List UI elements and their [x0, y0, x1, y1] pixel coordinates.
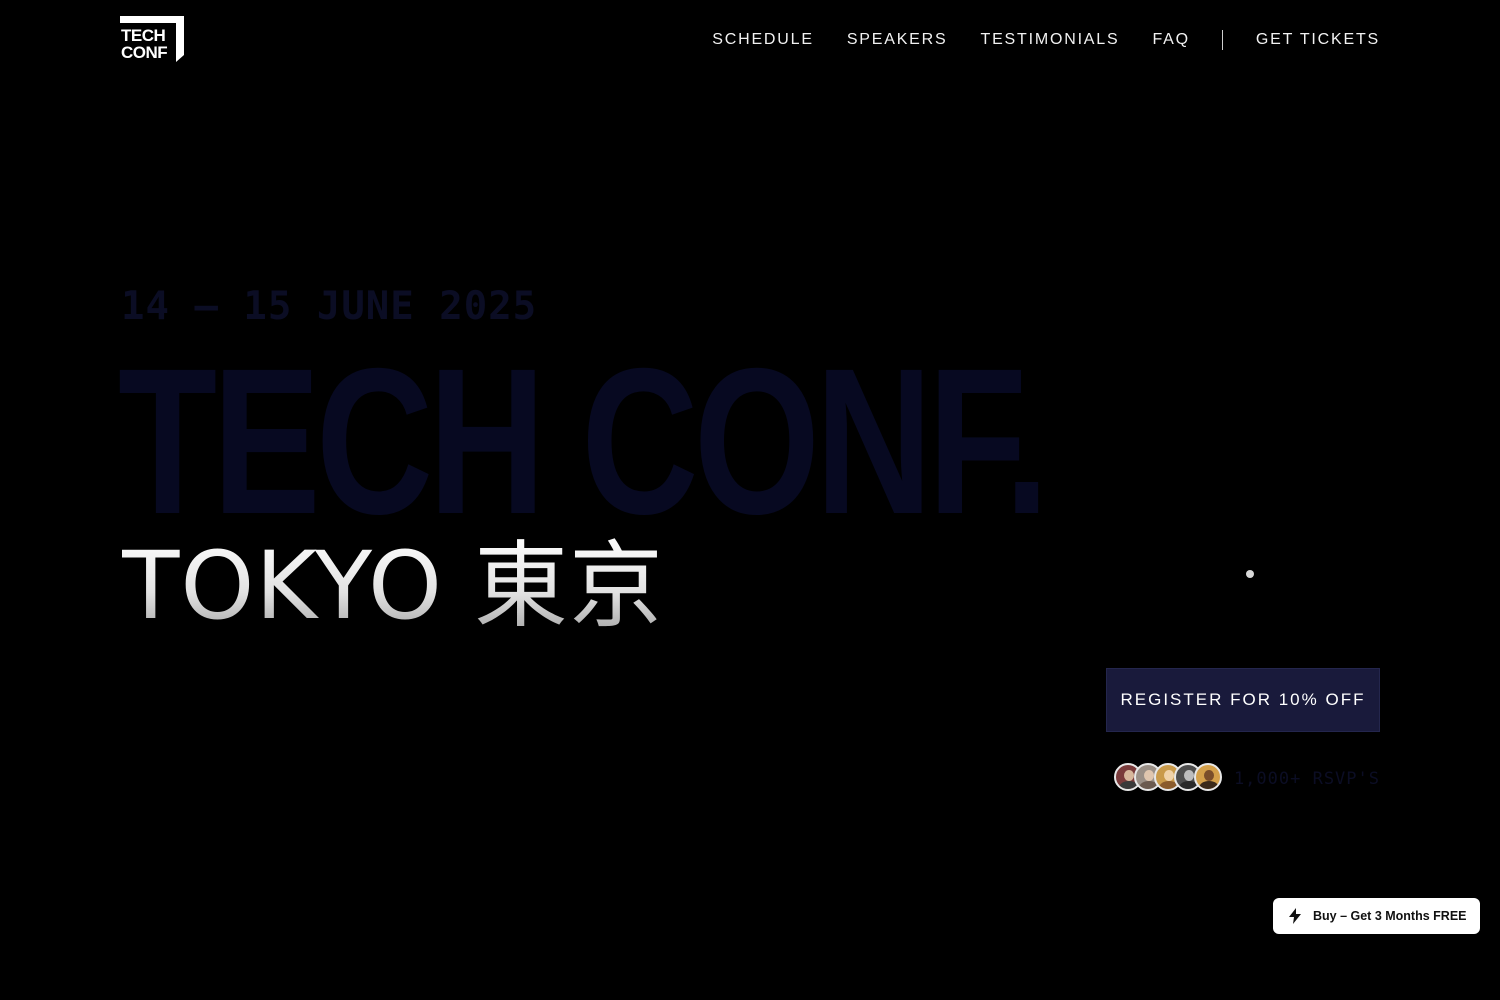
avatar-5 [1194, 763, 1222, 791]
rsvp-group: 1,000+ RSVP'S [1114, 763, 1380, 795]
landing-page: TECH CONF SCHEDULE SPEAKERS TESTIMONIALS… [0, 0, 1500, 1000]
nav-get-tickets-link[interactable]: GET TICKETS [1256, 31, 1380, 49]
logo-line-2: CONF [121, 43, 168, 62]
decorative-dot [1246, 570, 1254, 578]
event-city: TOKYO 東京 [122, 532, 664, 641]
nav-divider [1221, 30, 1223, 50]
logo-line-1: TECH [121, 26, 166, 45]
lightning-bolt-icon [1289, 908, 1303, 924]
nav-schedule-link[interactable]: SCHEDULE [712, 31, 814, 49]
hero-title: TECH CONF. [118, 326, 1049, 558]
promo-label: Buy – Get 3 Months FREE [1313, 909, 1467, 923]
nav-faq-link[interactable]: FAQ [1152, 31, 1189, 49]
promo-badge[interactable]: Buy – Get 3 Months FREE [1273, 898, 1480, 934]
event-date: 14 – 15 JUNE 2025 [121, 284, 538, 329]
register-button[interactable]: REGISTER FOR 10% OFF [1106, 668, 1380, 732]
rsvp-count: 1,000+ RSVP'S [1233, 769, 1380, 789]
tech-conf-logo[interactable]: TECH CONF [120, 16, 184, 64]
main-nav: SCHEDULE SPEAKERS TESTIMONIALS FAQ GET T… [712, 29, 1380, 51]
nav-testimonials-link[interactable]: TESTIMONIALS [981, 31, 1120, 49]
nav-speakers-link[interactable]: SPEAKERS [847, 31, 948, 49]
logo-wordmark: TECH CONF [121, 26, 168, 62]
